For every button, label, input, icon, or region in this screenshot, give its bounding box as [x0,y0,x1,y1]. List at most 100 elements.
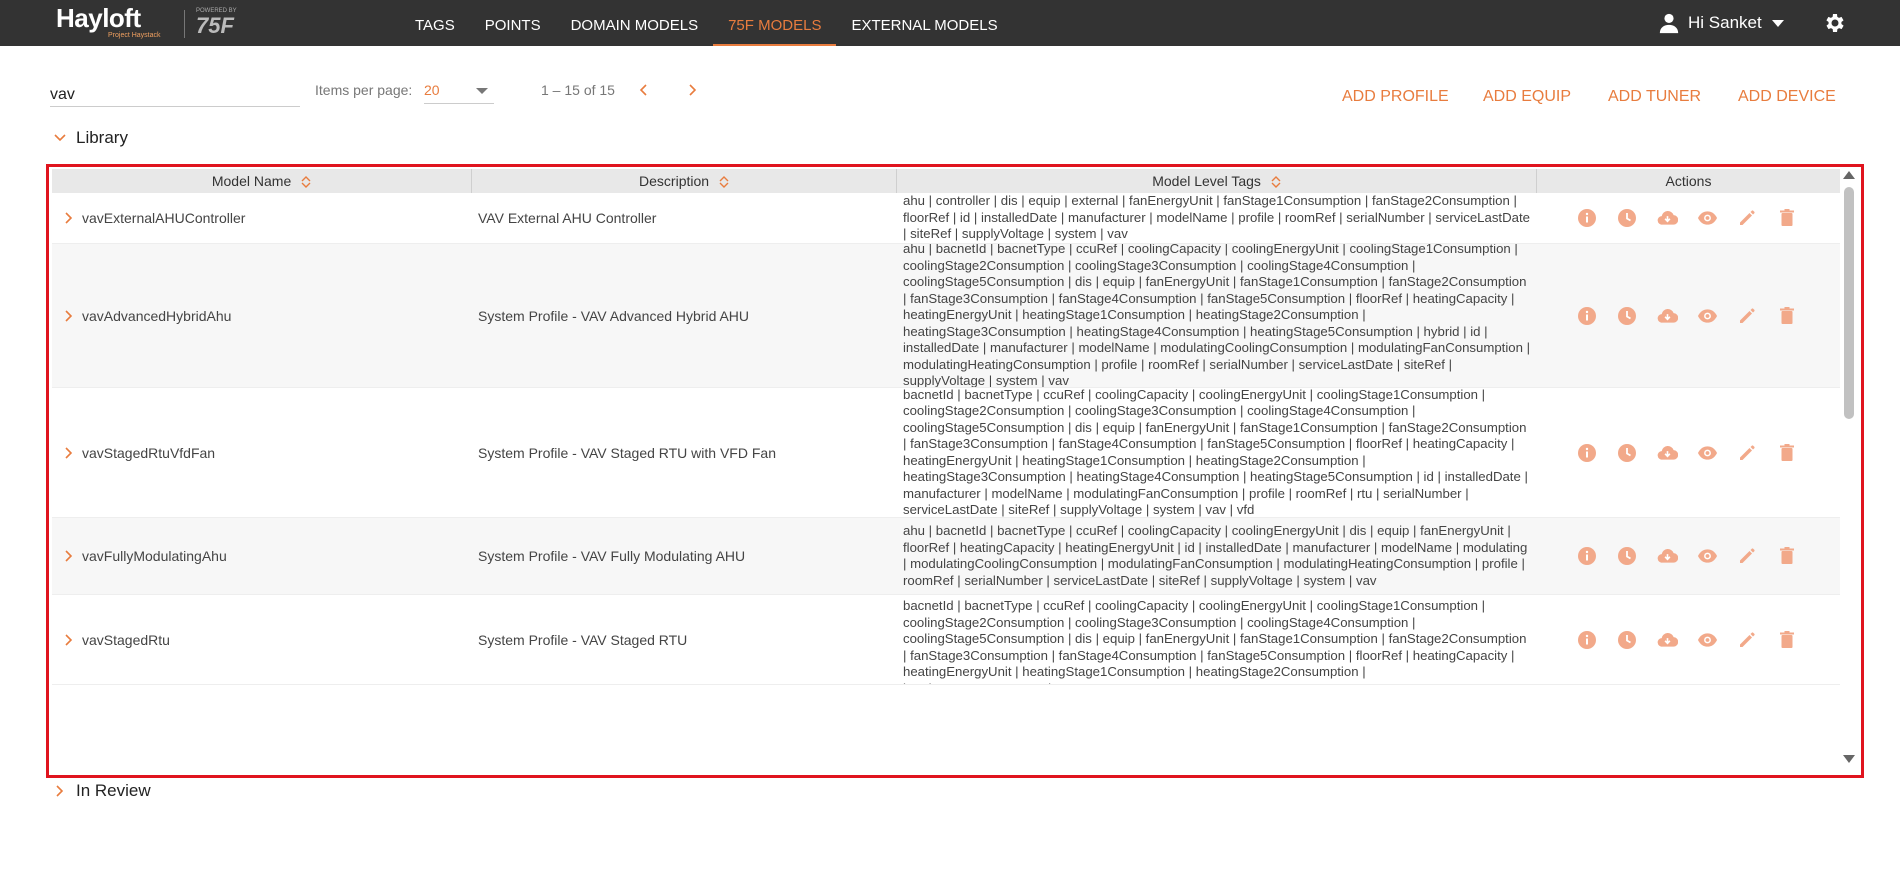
info-button[interactable] [1577,208,1598,229]
chevron-down-icon [476,88,488,94]
info-button[interactable] [1577,305,1598,326]
items-per-page-value: 20 [424,82,440,98]
hayloft-logo[interactable]: Hayloft Project Haystack [56,4,161,39]
user-greeting: Hi Sanket [1688,13,1762,32]
row-actions [1537,305,1837,326]
info-icon [1578,306,1596,325]
gear-icon[interactable] [1822,11,1846,40]
chevron-right-icon[interactable] [64,309,74,322]
delete-button[interactable] [1777,546,1798,567]
main-nav: TAGS POINTS DOMAIN MODELS 75F MODELS EXT… [400,0,1013,46]
table-row[interactable]: vavFullyModulatingAhu System Profile - VA… [52,518,1840,595]
edit-button[interactable] [1737,546,1758,567]
row-actions [1537,629,1837,650]
search-input[interactable] [50,83,300,107]
table-row[interactable]: vavStagedRtu System Profile - VAV Staged … [52,595,1840,685]
download-button[interactable] [1657,208,1678,229]
model-name: vavStagedRtu [82,631,170,648]
table-row[interactable]: vavStagedRtuVfdFan System Profile - VAV S… [52,388,1840,518]
nav-external-models[interactable]: EXTERNAL MODELS [836,0,1012,46]
delete-icon [1780,443,1794,461]
next-page-button[interactable] [684,80,700,100]
history-button[interactable] [1617,629,1638,650]
previous-page-button[interactable] [636,80,652,100]
scroll-down-icon[interactable] [1843,755,1855,763]
chevron-right-icon[interactable] [64,633,74,646]
add-tuner-button[interactable]: ADD TUNER [1608,88,1701,106]
chevron-right-icon[interactable] [64,446,74,459]
column-description[interactable]: Description [472,169,897,193]
edit-button[interactable] [1737,305,1758,326]
history-button[interactable] [1617,442,1638,463]
history-button[interactable] [1617,546,1638,567]
view-button[interactable] [1697,629,1718,650]
add-profile-button[interactable]: ADD PROFILE [1342,88,1449,106]
delete-button[interactable] [1777,305,1798,326]
items-per-page-select[interactable]: 20 [424,80,494,104]
in-review-section-toggle[interactable]: In Review [54,781,151,801]
delete-button[interactable] [1777,442,1798,463]
chevron-right-icon[interactable] [64,550,74,562]
view-button[interactable] [1697,546,1718,567]
view-button[interactable] [1697,442,1718,463]
logo-subtext: Project Haystack [108,32,161,39]
chevron-down-icon [54,134,66,142]
info-icon [1578,443,1596,462]
scroll-up-icon[interactable] [1843,171,1855,179]
edit-button[interactable] [1737,629,1758,650]
delete-button[interactable] [1777,208,1798,229]
model-level-tags: bacnetId | bacnetType | ccuRef | cooling… [903,388,1528,517]
table-scrollbar[interactable] [1837,167,1861,775]
scrollbar-thumb[interactable] [1844,187,1854,419]
delete-button[interactable] [1777,629,1798,650]
model-name: vavFullyModulatingAhu [82,548,227,564]
library-section-toggle[interactable]: Library [54,128,128,148]
sort-icon [301,176,311,189]
nav-points[interactable]: POINTS [470,0,556,46]
add-equip-button[interactable]: ADD EQUIP [1483,88,1571,106]
history-button[interactable] [1617,305,1638,326]
user-menu[interactable]: Hi Sanket [1658,10,1784,36]
nav-domain-models[interactable]: DOMAIN MODELS [556,0,714,46]
view-button[interactable] [1697,305,1718,326]
model-name: vavStagedRtuVfdFan [82,444,216,461]
model-name-cell[interactable]: vavStagedRtu [52,632,472,648]
download-button[interactable] [1657,442,1678,463]
download-button[interactable] [1657,546,1678,567]
nav-tags[interactable]: TAGS [400,0,470,46]
info-button[interactable] [1577,629,1598,650]
column-model-level-tags[interactable]: Model Level Tags [897,169,1537,193]
model-name-cell[interactable]: vavStagedRtuVfdFan [52,445,472,461]
table-body: vavExternalAHUController VAV External AHU… [52,193,1840,685]
info-button[interactable] [1577,546,1598,567]
edit-button[interactable] [1737,208,1758,229]
delete-icon [1780,209,1794,226]
history-icon [1618,209,1636,227]
sort-icon [1271,176,1281,189]
edit-icon [1740,307,1755,323]
info-button[interactable] [1577,442,1598,463]
history-button[interactable] [1617,208,1638,229]
info-icon [1578,630,1596,649]
column-model-name[interactable]: Model Name [52,169,472,193]
delete-icon [1780,630,1794,648]
add-device-button[interactable]: ADD DEVICE [1738,88,1836,106]
model-level-tags: ahu | controller | dis | equip | externa… [903,193,1530,242]
chevron-right-icon[interactable] [64,212,74,224]
model-name-cell[interactable]: vavAdvancedHybridAhu [52,308,472,324]
table-row[interactable]: vavAdvancedHybridAhu System Profile - VAV… [52,244,1840,388]
items-per-page-label: Items per page: [315,82,413,98]
view-icon [1697,445,1717,460]
model-level-tags: ahu | bacnetId | bacnetType | ccuRef | c… [903,244,1531,388]
table-row[interactable]: vavExternalAHUController VAV External AHU… [52,193,1840,244]
info-icon [1578,547,1596,565]
view-button[interactable] [1697,208,1718,229]
download-button[interactable] [1657,629,1678,650]
model-name-cell[interactable]: vavFullyModulatingAhu [52,548,472,564]
download-button[interactable] [1657,305,1678,326]
edit-button[interactable] [1737,442,1758,463]
model-name-cell[interactable]: vavExternalAHUController [52,210,472,226]
powered-by-logo: POWERED BY 75F [196,8,237,37]
history-icon [1618,306,1636,325]
nav-75f-models[interactable]: 75F MODELS [713,0,837,46]
